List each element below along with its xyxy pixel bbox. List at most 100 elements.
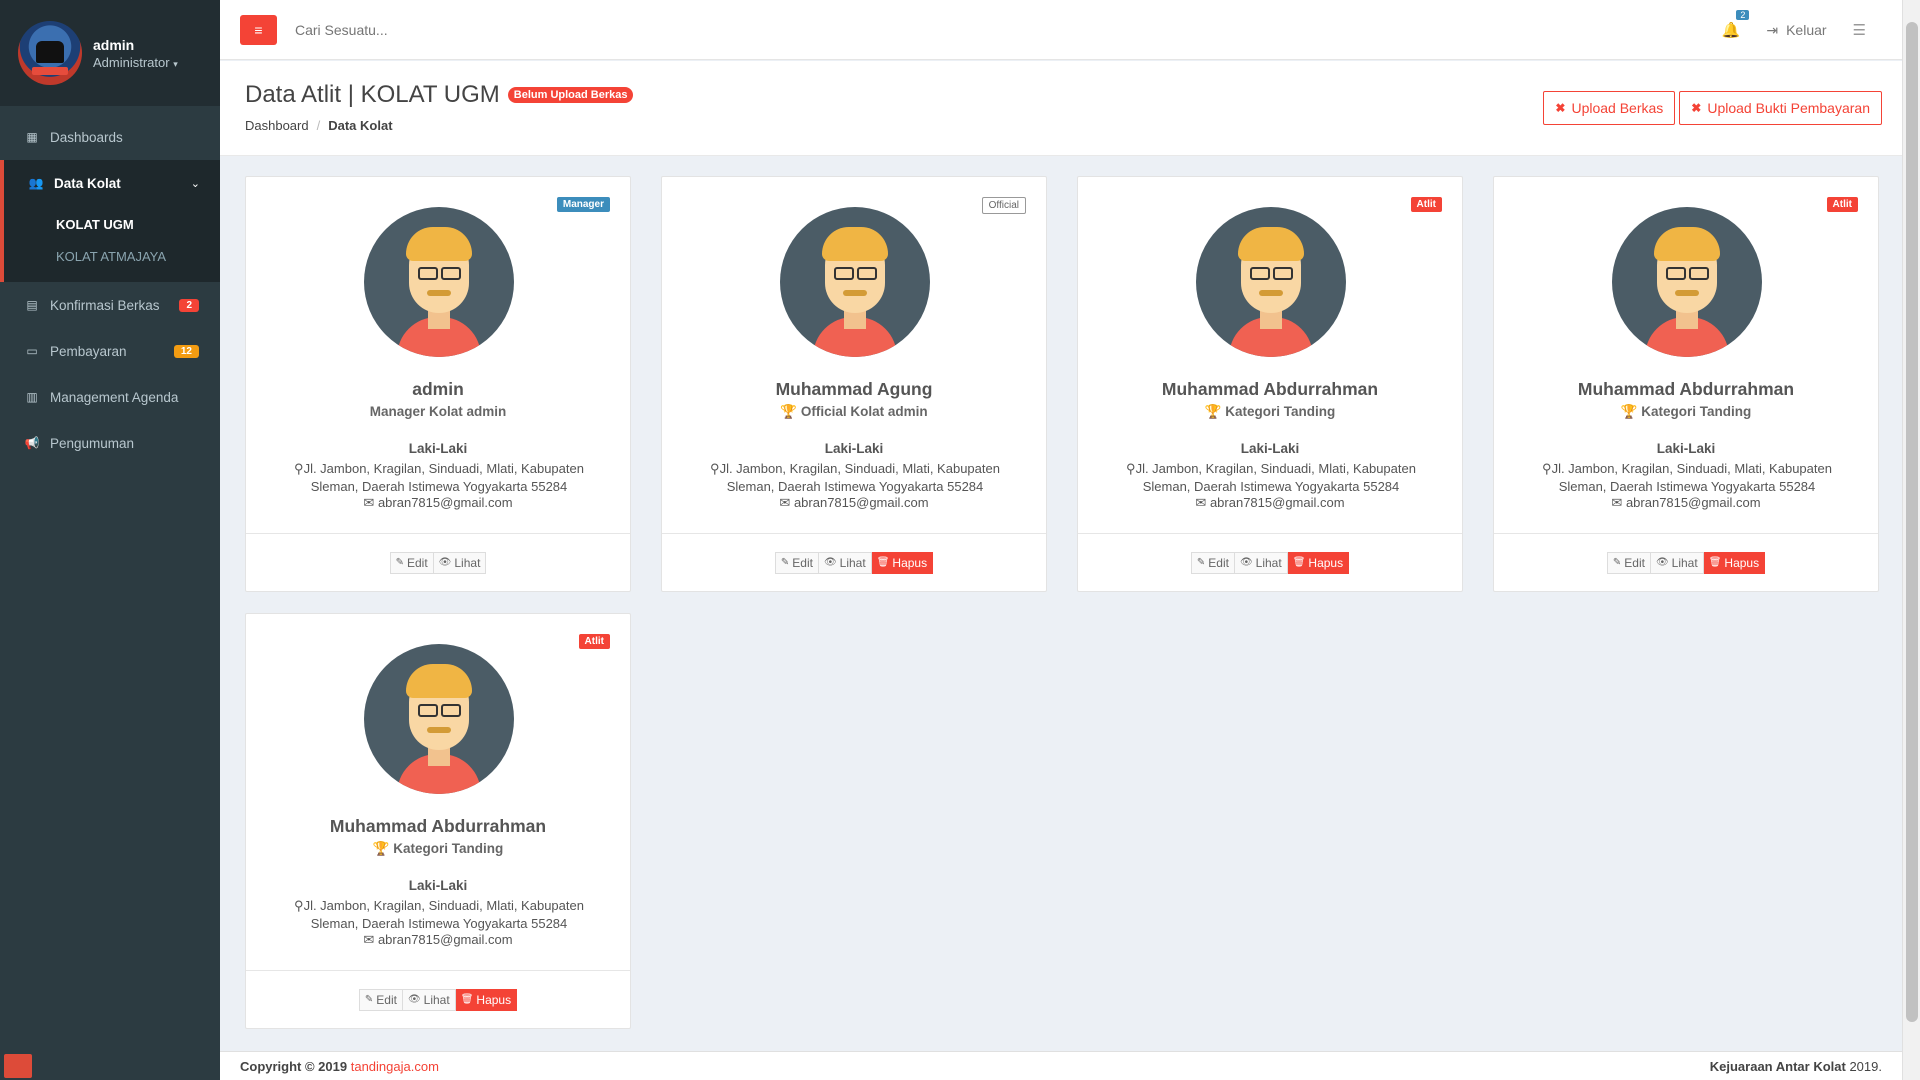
content-header: Data Atlit | KOLAT UGM Belum Upload Berk… bbox=[220, 61, 1902, 156]
sidebar-subitem-kolat-atmajaya[interactable]: KOLAT ATMAJAYA bbox=[4, 240, 220, 272]
trash-icon: 🗑 bbox=[1708, 557, 1722, 568]
user-panel: admin Administrator ▾ bbox=[0, 0, 220, 106]
lihat-button[interactable]: 👁 Lihat bbox=[1650, 551, 1704, 574]
avatar bbox=[1196, 207, 1346, 357]
sidebar-item-management-agenda[interactable]: ▥ Management Agenda bbox=[0, 374, 220, 420]
sidebar-item-label: Konfirmasi Berkas bbox=[50, 297, 160, 313]
sidebar-item-label: Pengumuman bbox=[50, 435, 135, 451]
credit-card-icon: ▭ bbox=[26, 344, 38, 358]
trash-icon: 🗑 bbox=[876, 557, 890, 568]
club-logo bbox=[18, 21, 82, 85]
hamburger-icon[interactable]: ≡ bbox=[254, 22, 262, 38]
sidebar-toggle-button[interactable]: ≡ bbox=[240, 14, 277, 45]
edit-button[interactable]: ✎ Edit bbox=[389, 551, 434, 574]
lihat-label: Lihat bbox=[1255, 555, 1282, 570]
edit-button[interactable]: ✎ Edit bbox=[1606, 551, 1651, 574]
trophy-icon: 🏆 bbox=[372, 841, 390, 856]
member-email-text: abran7815@gmail.com bbox=[793, 495, 929, 510]
scrollbar-thumb[interactable] bbox=[1906, 22, 1918, 1022]
envelope-icon: ✉ bbox=[1195, 495, 1207, 510]
envelope-icon: ✉ bbox=[363, 495, 375, 510]
hapus-button[interactable]: 🗑 Hapus bbox=[455, 988, 518, 1011]
map-marker-icon: ⚲ bbox=[294, 898, 304, 913]
member-address-text: Jl. Jambon, Kragilan, Sinduadi, Mlati, K… bbox=[1135, 461, 1416, 494]
member-address: ⚲Jl. Jambon, Kragilan, Sinduadi, Mlati, … bbox=[276, 897, 602, 933]
edit-button[interactable]: ✎ Edit bbox=[1190, 551, 1235, 574]
upload-berkas-button[interactable]: ✖ Upload Berkas bbox=[1543, 91, 1676, 125]
member-name: admin bbox=[412, 379, 464, 399]
notification-badge: 12 bbox=[173, 344, 199, 358]
hapus-button[interactable]: 🗑 Hapus bbox=[1703, 551, 1766, 574]
sidebar-item-dashboards[interactable]: ▦ Dashboards bbox=[0, 114, 220, 160]
bell-icon[interactable]: 🔔 bbox=[1722, 22, 1741, 39]
member-gender: Laki-Laki bbox=[408, 441, 468, 456]
member-address: ⚲Jl. Jambon, Kragilan, Sinduadi, Mlati, … bbox=[1524, 460, 1850, 496]
footer-link[interactable]: tandingaja.com bbox=[351, 1059, 439, 1074]
sidebar-item-pembayaran[interactable]: ▭ Pembayaran 12 bbox=[0, 328, 220, 374]
lihat-button[interactable]: 👁 Lihat bbox=[818, 551, 872, 574]
sidebar-item-label: Dashboards bbox=[50, 129, 123, 145]
member-address: ⚲Jl. Jambon, Kragilan, Sinduadi, Mlati, … bbox=[1108, 460, 1434, 496]
member-subtitle: 🏆 Kategori Tanding bbox=[1494, 404, 1878, 420]
edit-button[interactable]: ✎ Edit bbox=[774, 551, 819, 574]
edit-button[interactable]: ✎ Edit bbox=[358, 988, 403, 1011]
edit-label: Edit bbox=[1624, 555, 1645, 570]
sidebar-item-konfirmasi-berkas[interactable]: ▤ Konfirmasi Berkas 2 bbox=[0, 282, 220, 328]
page-scrollbar[interactable] bbox=[1902, 0, 1920, 1080]
member-email: ✉ abran7815@gmail.com bbox=[246, 932, 630, 948]
eye-icon: 👁 bbox=[438, 557, 452, 568]
member-name: Muhammad Abdurrahman bbox=[329, 816, 547, 836]
member-card: Atlit Muhammad Abdurrahman 🏆 Kategori Tand… bbox=[245, 613, 631, 1029]
sidebar-subitem-kolat-ugm[interactable]: KOLAT UGM bbox=[4, 208, 220, 240]
breadcrumb-dashboard[interactable]: Dashboard bbox=[245, 118, 309, 133]
user-role-dropdown[interactable]: Administrator ▾ bbox=[93, 55, 178, 70]
lihat-button[interactable]: 👁 Lihat bbox=[1234, 551, 1288, 574]
hapus-label: Hapus bbox=[1308, 555, 1344, 570]
upload-bukti-pembayaran-button[interactable]: ✖ Upload Bukti Pembayaran bbox=[1679, 91, 1882, 125]
sidebar-item-label: Management Agenda bbox=[50, 389, 179, 405]
map-marker-icon: ⚲ bbox=[710, 461, 720, 476]
notification-button[interactable]: 🔔 2 bbox=[1722, 10, 1750, 39]
user-role[interactable]: Administrator bbox=[93, 55, 170, 70]
member-subtitle: 🏆 Kategori Tanding bbox=[1078, 404, 1462, 420]
edit-label: Edit bbox=[376, 992, 397, 1007]
map-marker-icon: ⚲ bbox=[294, 461, 304, 476]
member-address-text: Jl. Jambon, Kragilan, Sinduadi, Mlati, K… bbox=[719, 461, 1000, 494]
role-badge: Atlit bbox=[578, 634, 610, 649]
calendar-icon: ▥ bbox=[26, 390, 38, 404]
search-input[interactable] bbox=[295, 21, 695, 38]
member-email-text: abran7815@gmail.com bbox=[1209, 495, 1345, 510]
card-actions: ✎ Edit 👁 Lihat 🗑 Hapus bbox=[662, 533, 1046, 591]
edit-label: Edit bbox=[792, 555, 813, 570]
edit-icon: ✎ bbox=[1196, 557, 1206, 568]
hapus-button[interactable]: 🗑 Hapus bbox=[1287, 551, 1350, 574]
lihat-label: Lihat bbox=[839, 555, 866, 570]
card-actions: ✎ Edit 👁 Lihat 🗑 Hapus bbox=[246, 970, 630, 1028]
control-sidebar-icon[interactable]: ☰ bbox=[1853, 21, 1866, 39]
lihat-button[interactable]: 👁 Lihat bbox=[433, 551, 487, 574]
member-address-text: Jl. Jambon, Kragilan, Sinduadi, Mlati, K… bbox=[303, 461, 584, 494]
lihat-button[interactable]: 👁 Lihat bbox=[402, 988, 456, 1011]
hapus-button[interactable]: 🗑 Hapus bbox=[871, 551, 934, 574]
member-subtitle-text: Kategori Tanding bbox=[1641, 404, 1752, 419]
caret-down-icon[interactable]: ▾ bbox=[173, 59, 178, 69]
footer-year: 2019. bbox=[1849, 1058, 1882, 1074]
logout-label: Keluar bbox=[1786, 22, 1827, 38]
chevron-down-icon: ⌄ bbox=[190, 177, 200, 190]
logout-button[interactable]: ⇥ Keluar bbox=[1766, 22, 1826, 39]
edit-icon: ✎ bbox=[780, 557, 790, 568]
sidebar-item-pengumuman[interactable]: 📢 Pengumuman bbox=[0, 420, 220, 466]
sidebar-item-label: Data Kolat bbox=[54, 175, 121, 191]
member-address-text: Jl. Jambon, Kragilan, Sinduadi, Mlati, K… bbox=[303, 898, 584, 931]
card-actions: ✎ Edit 👁 Lihat bbox=[246, 533, 630, 591]
sidebar-submenu-data-kolat: KOLAT UGM KOLAT ATMAJAYA bbox=[0, 206, 220, 282]
sidebar-item-data-kolat[interactable]: 👥 Data Kolat ⌄ bbox=[0, 160, 220, 206]
member-email: ✉ abran7815@gmail.com bbox=[1078, 495, 1462, 511]
member-gender: Laki-Laki bbox=[1240, 441, 1300, 456]
sidebar-menu: ▦ Dashboards 👥 Data Kolat ⌄ KOLAT UGM KO… bbox=[0, 114, 220, 466]
dashboard-icon: ▦ bbox=[26, 130, 38, 144]
hapus-label: Hapus bbox=[476, 992, 512, 1007]
app-corner-icon[interactable] bbox=[4, 1054, 32, 1078]
member-email: ✉ abran7815@gmail.com bbox=[246, 495, 630, 511]
lihat-label: Lihat bbox=[454, 555, 481, 570]
